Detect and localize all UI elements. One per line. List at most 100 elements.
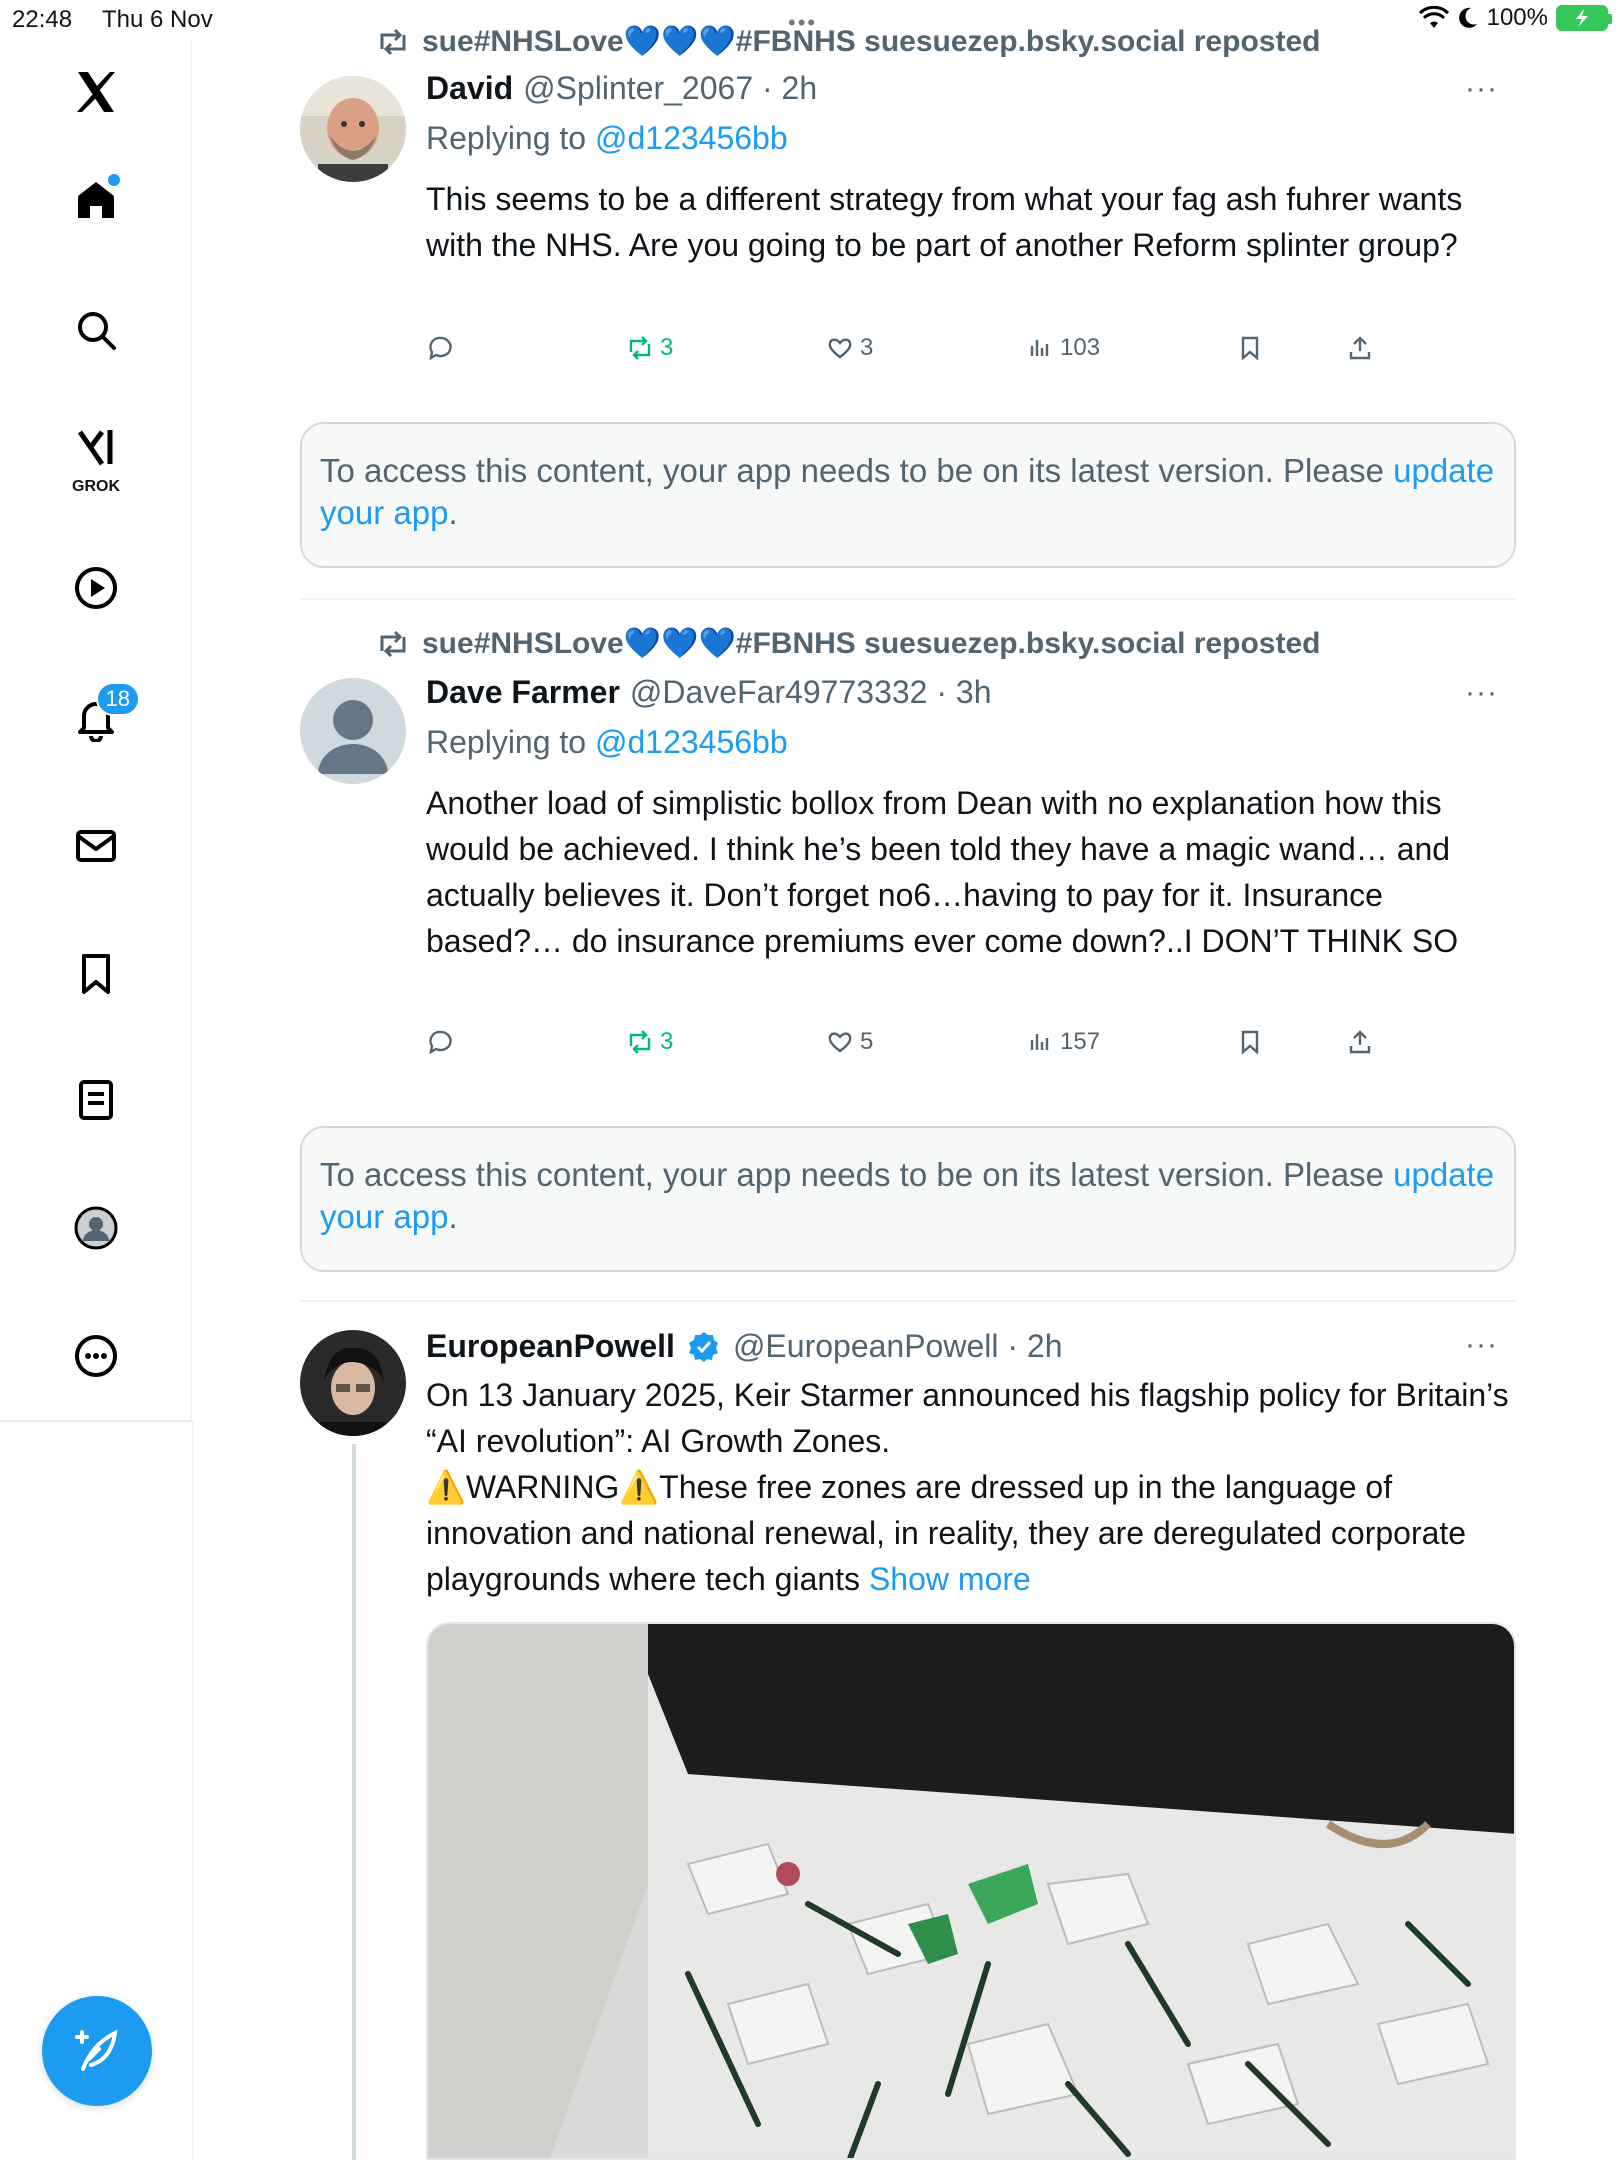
share-button[interactable]	[1346, 334, 1374, 362]
bookmark-button[interactable]	[1236, 334, 1264, 362]
home-icon[interactable]	[66, 170, 126, 230]
battery-percent: 100%	[1486, 4, 1548, 31]
author-name[interactable]: Dave Farmer	[426, 674, 620, 711]
wifi-icon	[1418, 6, 1449, 28]
views-button[interactable]: 103	[1026, 334, 1100, 362]
heart-icon	[828, 338, 852, 359]
sidebar: GROK 18	[0, 40, 192, 1420]
more-icon[interactable]	[66, 1326, 126, 1386]
search-icon[interactable]	[66, 300, 126, 360]
mail-icon[interactable]	[66, 816, 126, 876]
notice-end: .	[448, 494, 458, 531]
view-count: 103	[1060, 334, 1101, 361]
post-header: EuropeanPowell @EuropeanPowell · 2h	[426, 1328, 1063, 1365]
grok-icon[interactable]	[66, 418, 126, 478]
author-handle[interactable]: @EuropeanPowell · 2h	[733, 1328, 1063, 1365]
update-app-notice: To access this content, your app needs t…	[300, 1126, 1516, 1272]
divider	[300, 1300, 1516, 1302]
notice-text: To access this content, your app needs t…	[320, 452, 1394, 489]
repost-context: sue#NHSLove💙💙💙#FBNHS suesuezep.bsky.soci…	[376, 24, 1320, 59]
list-icon[interactable]	[66, 1070, 126, 1130]
repost-icon	[629, 336, 651, 360]
heart-icon	[828, 1032, 852, 1053]
author-handle[interactable]: @Splinter_2067 · 2h	[523, 70, 817, 107]
more-options-icon[interactable]: ···	[1465, 72, 1498, 106]
reply-button[interactable]	[426, 1028, 454, 1056]
post-actions: 3 3 103	[426, 334, 1426, 374]
bookmark-icon	[1241, 336, 1259, 361]
bookmark-icon[interactable]	[66, 944, 126, 1004]
repost-icon	[629, 1030, 651, 1054]
moon-icon	[1458, 7, 1477, 28]
repost-by: sue#NHSLove💙💙💙#FBNHS suesuezep.bsky.soci…	[422, 25, 1321, 58]
compose-icon	[75, 2029, 118, 2071]
author-name[interactable]: EuropeanPowell	[426, 1328, 675, 1365]
status-right: 100%	[1418, 4, 1612, 32]
notification-badge: 18	[95, 682, 140, 716]
notice-end: .	[448, 1198, 458, 1235]
home-unread-dot	[108, 174, 120, 186]
reply-to-link[interactable]: @d123456bb	[595, 724, 788, 760]
grok-label: GROK	[72, 478, 120, 495]
views-button[interactable]: 157	[1026, 1028, 1100, 1056]
share-icon	[1349, 1030, 1371, 1054]
avatar[interactable]	[300, 1330, 406, 1436]
repost-icon	[380, 630, 406, 657]
sidebar-border	[192, 1420, 194, 2160]
reply-icon	[429, 336, 452, 361]
post-header: Dave Farmer @DaveFar49773332 · 3h	[426, 674, 991, 711]
repost-by: sue#NHSLove💙💙💙#FBNHS suesuezep.bsky.soci…	[422, 627, 1321, 660]
show-more-link[interactable]: Show more	[869, 1561, 1031, 1597]
repost-context: sue#NHSLove💙💙💙#FBNHS suesuezep.bsky.soci…	[376, 626, 1320, 661]
repost-button[interactable]: 3	[626, 1028, 673, 1056]
like-button[interactable]: 5	[826, 1028, 873, 1056]
notice-text: To access this content, your app needs t…	[320, 1156, 1394, 1193]
more-options-icon[interactable]: ···	[1465, 676, 1498, 710]
reply-prefix: Replying to	[426, 120, 595, 156]
profile-icon[interactable]	[66, 1198, 126, 1258]
divider	[300, 598, 1516, 600]
post-header: David @Splinter_2067 · 2h	[426, 70, 817, 107]
more-options-icon[interactable]: ···	[1465, 1328, 1498, 1362]
update-app-notice: To access this content, your app needs t…	[300, 422, 1516, 568]
repost-count: 3	[660, 1028, 674, 1055]
status-date: Thu 6 Nov	[102, 6, 213, 33]
verified-badge-icon	[688, 1331, 718, 1362]
compose-button[interactable]	[42, 1996, 152, 2106]
reply-context: Replying to @d123456bb	[426, 724, 788, 761]
x-logo-icon[interactable]	[66, 62, 126, 122]
post-actions: 3 5 157	[426, 1028, 1426, 1068]
reply-prefix: Replying to	[426, 724, 595, 760]
reply-context: Replying to @d123456bb	[426, 120, 788, 157]
reply-to-link[interactable]: @d123456bb	[595, 120, 788, 156]
share-button[interactable]	[1346, 1028, 1374, 1056]
like-count: 5	[860, 1028, 874, 1055]
views-icon	[1030, 340, 1049, 356]
bell-icon[interactable]: 18	[66, 682, 140, 748]
post-text: This seems to be a different strategy fr…	[426, 181, 1463, 263]
reply-button[interactable]	[426, 334, 454, 362]
video-icon[interactable]	[66, 558, 126, 618]
share-icon	[1349, 336, 1371, 360]
post-image[interactable]	[426, 1622, 1516, 2160]
avatar[interactable]	[300, 76, 406, 182]
repost-icon	[380, 28, 406, 55]
post-text: Another load of simplistic bollox from D…	[426, 785, 1459, 959]
sidebar-divider	[0, 1420, 192, 1422]
like-button[interactable]: 3	[826, 334, 873, 362]
repost-button[interactable]: 3	[626, 334, 673, 362]
views-icon	[1030, 1034, 1049, 1050]
repost-count: 3	[660, 334, 674, 361]
post-text-line: ⚠️WARNING⚠️These free zones are dressed …	[426, 1469, 1467, 1597]
bookmark-button[interactable]	[1236, 1028, 1264, 1056]
thread-line	[352, 1444, 356, 2160]
author-name[interactable]: David	[426, 70, 513, 107]
reply-icon	[429, 1030, 452, 1055]
view-count: 157	[1060, 1028, 1101, 1055]
post-text: On 13 January 2025, Keir Starmer announc…	[426, 1372, 1516, 1602]
bookmark-icon	[1241, 1030, 1259, 1055]
avatar[interactable]	[300, 678, 406, 784]
author-handle[interactable]: @DaveFar49773332 · 3h	[630, 674, 992, 711]
like-count: 3	[860, 334, 874, 361]
battery-icon	[1556, 5, 1612, 31]
